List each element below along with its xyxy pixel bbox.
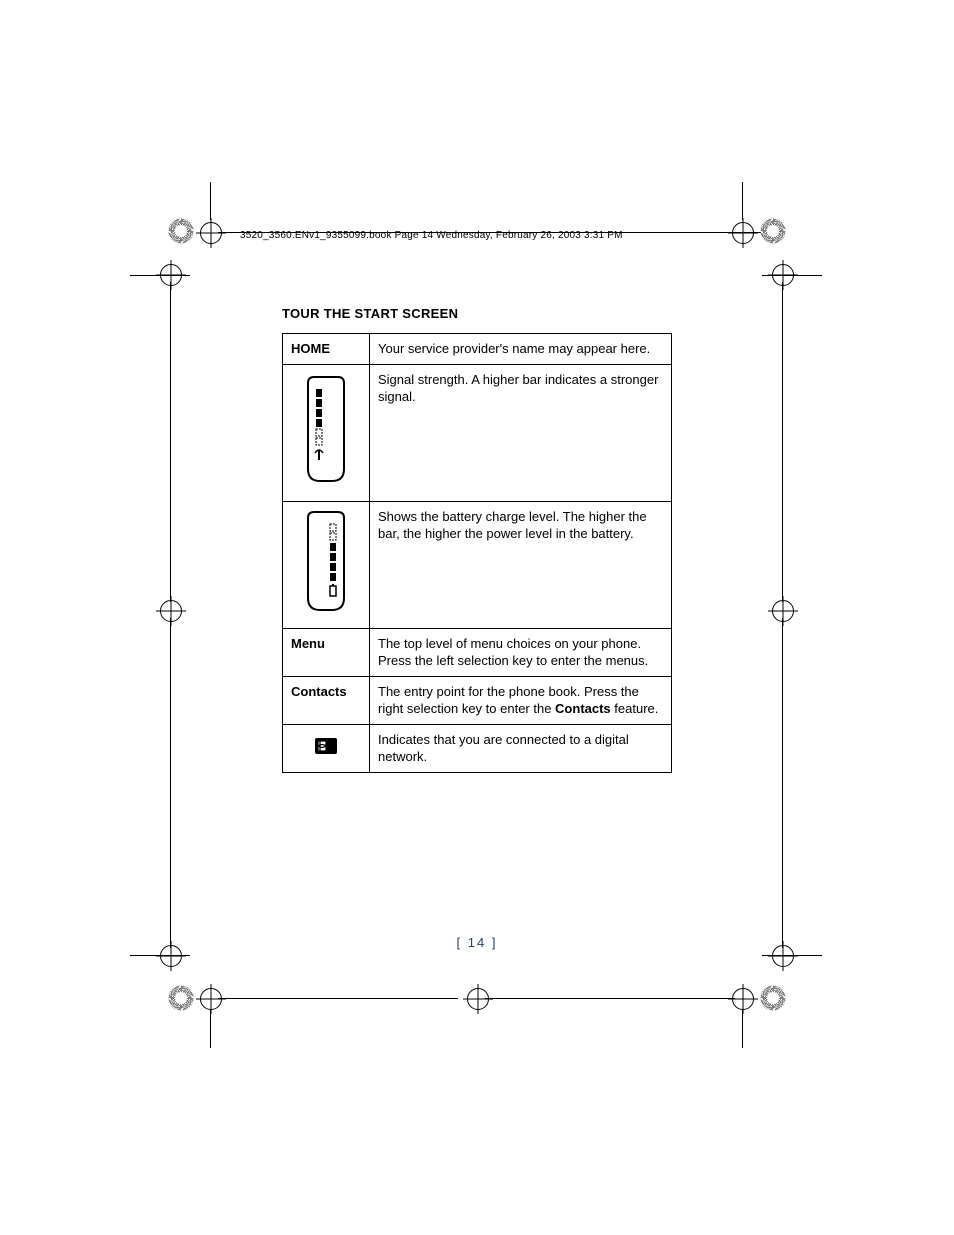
document-header: 3520_3560.ENv1_9355099.book Page 14 Wedn… bbox=[240, 230, 623, 241]
page-content: TOUR THE START SCREEN HOME Your service … bbox=[282, 306, 672, 773]
section-title: TOUR THE START SCREEN bbox=[282, 306, 672, 321]
table-row: Shows the battery charge level. The high… bbox=[283, 501, 672, 628]
row-desc-digital: Indicates that you are connected to a di… bbox=[370, 724, 672, 772]
digital-network-icon bbox=[283, 724, 370, 772]
battery-level-icon bbox=[283, 501, 370, 628]
start-screen-table: HOME Your service provider's name may ap… bbox=[282, 333, 672, 773]
row-label-contacts: Contacts bbox=[283, 676, 370, 724]
row-label-menu: Menu bbox=[283, 628, 370, 676]
row-desc-home: Your service provider's name may appear … bbox=[370, 334, 672, 365]
table-row: Contacts The entry point for the phone b… bbox=[283, 676, 672, 724]
table-row: HOME Your service provider's name may ap… bbox=[283, 334, 672, 365]
row-label-home: HOME bbox=[283, 334, 370, 365]
signal-strength-icon bbox=[283, 364, 370, 501]
row-desc-signal: Signal strength. A higher bar indicates … bbox=[370, 364, 672, 501]
page-number: [ 14 ] bbox=[0, 935, 954, 950]
row-desc-menu: The top level of menu choices on your ph… bbox=[370, 628, 672, 676]
row-desc-battery: Shows the battery charge level. The high… bbox=[370, 501, 672, 628]
table-row: Menu The top level of menu choices on yo… bbox=[283, 628, 672, 676]
row-desc-contacts: The entry point for the phone book. Pres… bbox=[370, 676, 672, 724]
table-row: Indicates that you are connected to a di… bbox=[283, 724, 672, 772]
table-row: Signal strength. A higher bar indicates … bbox=[283, 364, 672, 501]
